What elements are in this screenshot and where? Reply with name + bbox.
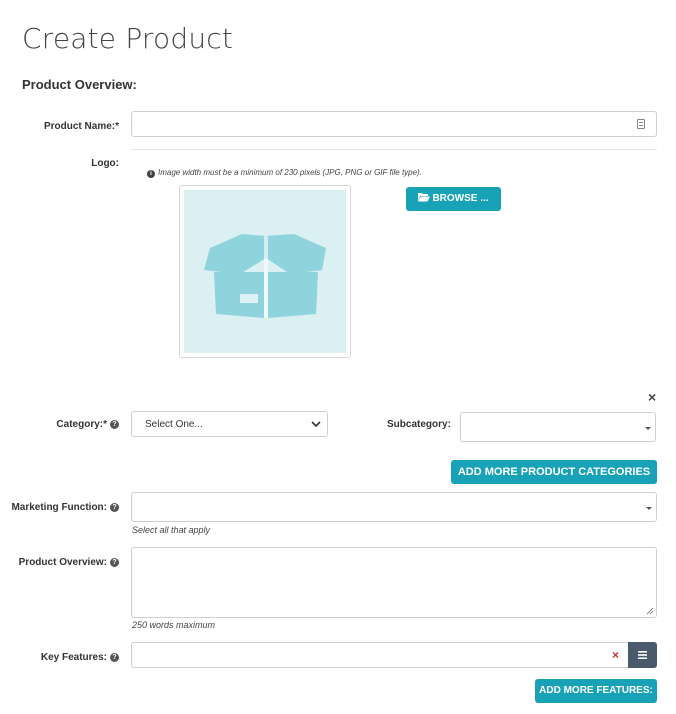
key-features-label: Key Features:? (41, 652, 119, 663)
contact-card-icon (637, 119, 645, 129)
product-overview-textarea[interactable] (131, 547, 657, 618)
logo-info: i Image width must be a minimum of 230 pi… (147, 168, 422, 178)
page-title: Create Product (22, 22, 234, 55)
product-overview-label: Product Overview:? (19, 557, 119, 568)
section-title: Product Overview: (22, 77, 137, 92)
box-icon (204, 234, 326, 318)
category-selected: Select One... (145, 419, 203, 430)
question-circle-icon[interactable]: ? (110, 653, 119, 662)
folder-open-icon (418, 193, 431, 202)
marketing-function-label: Marketing Function:? (11, 502, 119, 513)
clear-x-icon[interactable]: × (612, 648, 619, 662)
key-features-input[interactable]: × (131, 642, 628, 668)
question-circle-icon[interactable]: ? (110, 420, 119, 429)
placeholder-image (184, 190, 346, 353)
list-icon (638, 651, 647, 659)
browse-label: BROWSE ... (432, 193, 489, 204)
resize-handle-icon[interactable] (646, 607, 654, 615)
add-more-categories-button[interactable]: ADD MORE PRODUCT CATEGORIES (451, 460, 657, 484)
close-icon[interactable]: × (648, 390, 656, 404)
subcategory-select[interactable] (460, 412, 656, 442)
info-circle-icon: i (147, 170, 155, 178)
category-label-text: Category:* (56, 419, 107, 430)
divider (131, 149, 657, 150)
browse-button[interactable]: BROWSE ... (406, 187, 501, 211)
chevron-down-icon (311, 421, 321, 428)
marketing-function-select[interactable] (131, 492, 657, 522)
question-circle-icon[interactable]: ? (110, 503, 119, 512)
logo-preview (179, 185, 351, 358)
logo-info-text: Image width must be a minimum of 230 pix… (158, 168, 422, 177)
product-overview-label-text: Product Overview: (18, 557, 107, 568)
product-name-label: Product Name:* (43, 121, 119, 132)
list-button[interactable] (628, 642, 657, 668)
key-features-label-text: Key Features: (40, 652, 107, 663)
subcategory-label: Subcategory: (387, 419, 451, 430)
product-overview-hint: 250 words maximum (132, 620, 216, 630)
product-name-input[interactable] (131, 111, 657, 137)
add-more-features-button[interactable]: ADD MORE FEATURES: (535, 679, 657, 703)
marketing-function-label-text: Marketing Function: (11, 502, 107, 513)
logo-label: Logo: (91, 158, 119, 169)
caret-down-icon (646, 507, 652, 510)
category-label: Category:*? (56, 419, 119, 430)
question-circle-icon[interactable]: ? (110, 558, 119, 567)
category-select[interactable]: Select One... (131, 411, 328, 437)
caret-down-icon (645, 427, 651, 430)
marketing-function-hint: Select all that apply (132, 525, 211, 535)
